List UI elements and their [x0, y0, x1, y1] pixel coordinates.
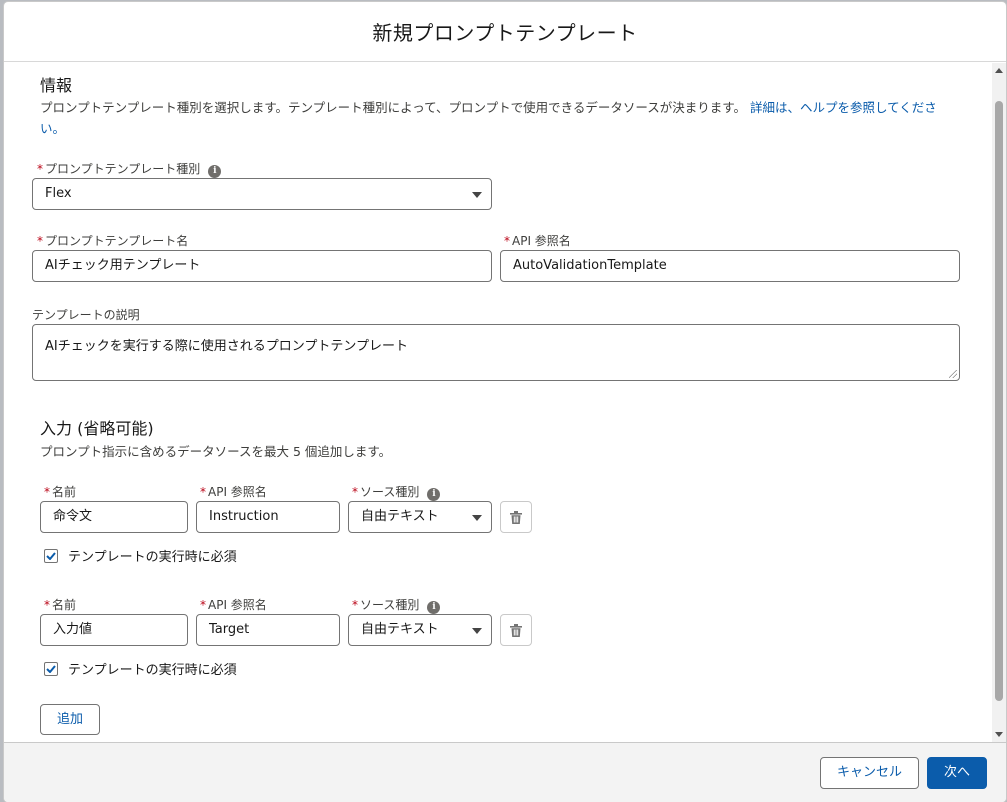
- name-label-text: 名前: [52, 598, 77, 612]
- chevron-down-icon: [472, 628, 482, 634]
- input-row-2-source-select[interactable]: 自由テキスト: [348, 614, 492, 646]
- required-mark: *: [37, 162, 43, 176]
- chevron-down-icon: [472, 515, 482, 521]
- template-name-input[interactable]: AIチェック用テンプレート: [32, 250, 492, 282]
- info-section-title: 情報: [40, 76, 73, 95]
- trash-icon: [510, 623, 522, 637]
- input-row-1-name-label: * 名前: [44, 483, 76, 500]
- api-label-text: API 参照名: [208, 485, 267, 499]
- api-name-label-text: API 参照名: [512, 234, 571, 248]
- required-checkbox-label: テンプレートの実行時に必須: [68, 550, 237, 565]
- input-row-2-api-input[interactable]: Target: [196, 614, 340, 646]
- inputs-section-description: プロンプト指示に含めるデータソースを最大 5 個追加します。: [40, 444, 392, 459]
- input-row-2-name-input[interactable]: 入力値: [40, 614, 188, 646]
- required-mark: *: [504, 234, 510, 248]
- info-section-description: プロンプトテンプレート種別を選択します。テンプレート種別によって、プロンプトで使…: [40, 97, 955, 139]
- description-label: テンプレートの説明: [32, 308, 140, 322]
- required-checkbox-label: テンプレートの実行時に必須: [68, 663, 237, 678]
- input-row-1-name-input[interactable]: 命令文: [40, 501, 188, 533]
- template-type-value: Flex: [45, 186, 72, 201]
- info-icon[interactable]: i: [427, 601, 441, 614]
- info-icon[interactable]: i: [208, 165, 222, 178]
- required-mark: *: [44, 485, 50, 499]
- template-name-label-text: プロンプトテンプレート名: [45, 234, 189, 248]
- new-prompt-template-modal: 新規プロンプトテンプレート 情報 プロンプトテンプレート種別を選択します。テンプ…: [4, 2, 1006, 802]
- name-label-text: 名前: [52, 485, 77, 499]
- input-row-2-name-label: * 名前: [44, 596, 76, 613]
- modal-scrollbar[interactable]: [992, 63, 1006, 742]
- api-label-text: API 参照名: [208, 598, 267, 612]
- next-button[interactable]: 次へ: [927, 757, 987, 789]
- modal-header: 新規プロンプトテンプレート: [4, 2, 1006, 62]
- api-name-label: * API 参照名: [504, 232, 571, 249]
- scroll-down-arrow-icon[interactable]: [995, 732, 1003, 737]
- input-row-2-required-checkbox[interactable]: [44, 661, 58, 676]
- input-row-1-required-checkbox-row[interactable]: テンプレートの実行時に必須: [44, 546, 237, 565]
- trash-icon: [510, 510, 522, 524]
- input-row-1-source-label: * ソース種別 i: [352, 483, 441, 501]
- checkmark-icon: [46, 664, 56, 673]
- info-icon[interactable]: i: [427, 488, 441, 501]
- modal-title: 新規プロンプトテンプレート: [372, 21, 638, 45]
- template-type-select[interactable]: Flex: [32, 178, 492, 210]
- input-row-1-delete-button[interactable]: [500, 501, 532, 533]
- input-row-1-api-label: * API 参照名: [200, 483, 267, 500]
- template-name-label: * プロンプトテンプレート名: [37, 232, 188, 249]
- checkmark-icon: [46, 551, 56, 560]
- required-mark: *: [352, 598, 358, 612]
- input-row-2-source-label: * ソース種別 i: [352, 596, 441, 614]
- source-label-text: ソース種別: [360, 485, 420, 499]
- required-mark: *: [44, 598, 50, 612]
- required-mark: *: [200, 598, 206, 612]
- input-row-2-required-checkbox-row[interactable]: テンプレートの実行時に必須: [44, 659, 237, 678]
- modal-body[interactable]: 情報 プロンプトテンプレート種別を選択します。テンプレート種別によって、プロンプ…: [4, 63, 1006, 742]
- inputs-section-title: 入力 (省略可能): [40, 419, 154, 438]
- scroll-thumb[interactable]: [995, 101, 1003, 701]
- cancel-button[interactable]: キャンセル: [820, 757, 919, 789]
- resize-grip-icon[interactable]: [949, 370, 957, 378]
- input-row-1-api-input[interactable]: Instruction: [196, 501, 340, 533]
- input-row-2-delete-button[interactable]: [500, 614, 532, 646]
- scroll-up-arrow-icon[interactable]: [995, 68, 1003, 73]
- source-value: 自由テキスト: [361, 622, 439, 637]
- api-name-input[interactable]: AutoValidationTemplate: [500, 250, 960, 282]
- source-value: 自由テキスト: [361, 509, 439, 524]
- add-input-button[interactable]: 追加: [40, 704, 100, 735]
- required-mark: *: [352, 485, 358, 499]
- required-mark: *: [200, 485, 206, 499]
- template-type-label: * プロンプトテンプレート種別 i: [37, 160, 222, 178]
- input-row-1-required-checkbox[interactable]: [44, 548, 58, 563]
- source-label-text: ソース種別: [360, 598, 420, 612]
- description-value: AIチェックを実行する際に使用されるプロンプトテンプレート: [45, 339, 408, 354]
- template-type-label-text: プロンプトテンプレート種別: [45, 162, 201, 176]
- modal-footer: キャンセル 次へ: [4, 742, 1006, 802]
- chevron-down-icon: [472, 192, 482, 198]
- input-row-1-source-select[interactable]: 自由テキスト: [348, 501, 492, 533]
- info-description-text: プロンプトテンプレート種別を選択します。テンプレート種別によって、プロンプトで使…: [40, 100, 747, 115]
- required-mark: *: [37, 234, 43, 248]
- description-textarea[interactable]: AIチェックを実行する際に使用されるプロンプトテンプレート: [32, 324, 960, 381]
- input-row-2-api-label: * API 参照名: [200, 596, 267, 613]
